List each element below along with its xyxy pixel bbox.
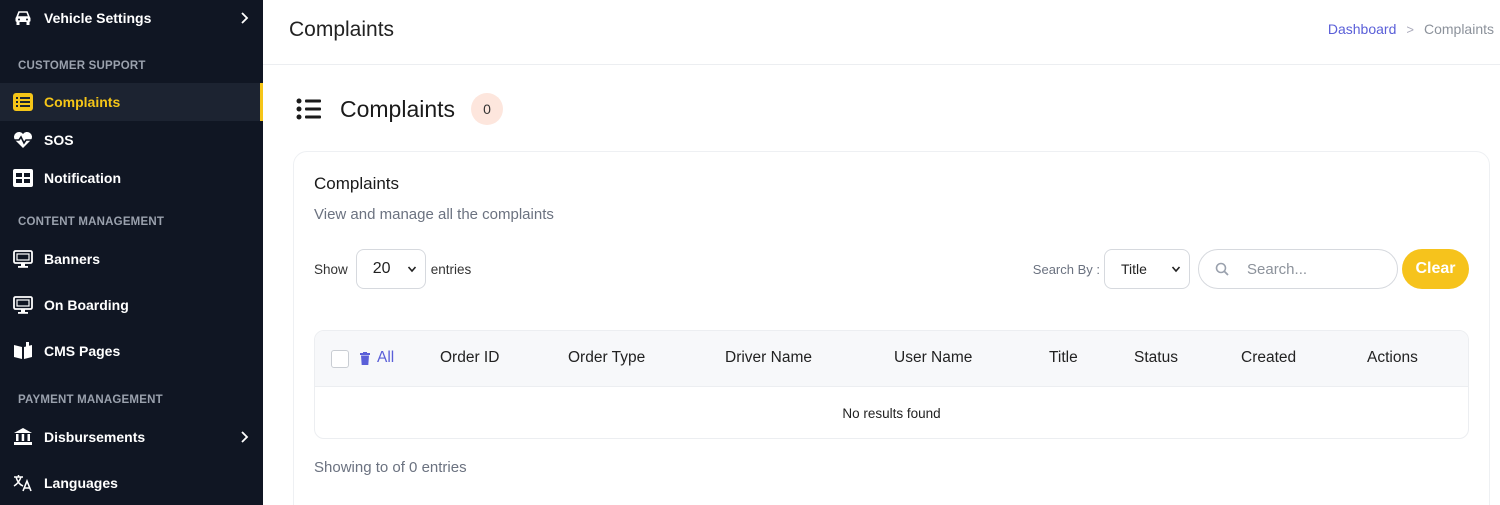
sidebar-item-label: Banners: [44, 251, 101, 267]
entries-select[interactable]: 20: [355, 249, 426, 289]
complaints-table: All Order ID Order Type Driver Name User…: [314, 330, 1469, 439]
search-by-label: Search By :: [1032, 261, 1100, 277]
sidebar-item-complaints[interactable]: Complaints: [0, 83, 263, 121]
column-header-created[interactable]: Created: [1241, 349, 1296, 367]
list-icon: [296, 98, 321, 120]
sidebar-item-label: Vehicle Settings: [44, 10, 152, 26]
section-heading: Complaints 0: [296, 93, 504, 125]
book-icon: [13, 341, 33, 361]
sidebar-item-on-boarding[interactable]: On Boarding: [0, 286, 263, 324]
heart-pulse-icon: [13, 130, 33, 150]
top-header: Complaints Dashboard > Complaints: [263, 0, 1500, 65]
list-box-icon: [13, 92, 33, 112]
pagination-info: Showing to of 0 entries: [314, 459, 467, 476]
section-label-customer-support: CUSTOMER SUPPORT: [18, 60, 146, 72]
chevron-down-icon: [407, 266, 416, 273]
column-header-order-id[interactable]: Order ID: [440, 349, 499, 367]
sidebar-item-languages[interactable]: Languages: [0, 464, 263, 502]
card-subtitle: View and manage all the complaints: [314, 206, 554, 223]
column-header-user-name[interactable]: User Name: [894, 349, 972, 367]
heading-title: Complaints: [340, 95, 456, 122]
complaints-card: Complaints View and manage all the compl…: [293, 151, 1490, 505]
search-box: [1198, 249, 1398, 289]
sidebar-item-label: Disbursements: [44, 429, 146, 445]
sidebar-item-banners[interactable]: Banners: [0, 240, 263, 278]
monitor-icon: [13, 249, 33, 269]
sidebar-item-sos[interactable]: SOS: [0, 121, 263, 159]
search-input[interactable]: [1247, 260, 1377, 278]
sidebar-item-vehicle-settings[interactable]: Vehicle Settings: [0, 0, 263, 36]
entries-value: 20: [372, 260, 391, 277]
section-label-content-management: CONTENT MANAGEMENT: [18, 216, 165, 228]
breadcrumb-current: Complaints: [1423, 21, 1494, 37]
sidebar-item-label: SOS: [44, 132, 74, 148]
column-header-status[interactable]: Status: [1134, 349, 1178, 367]
trash-icon: [360, 351, 370, 365]
sidebar-item-label: Notification: [44, 170, 121, 186]
sidebar-item-cms-pages[interactable]: CMS Pages: [0, 332, 263, 370]
search-by-value: Title: [1121, 261, 1147, 277]
chevron-down-icon: [1171, 266, 1181, 273]
sidebar: Vehicle Settings CUSTOMER SUPPORT Compla…: [0, 0, 263, 505]
bank-icon: [13, 427, 33, 447]
translate-icon: [13, 473, 33, 493]
column-header-actions: Actions: [1367, 349, 1418, 366]
breadcrumb-link-dashboard[interactable]: Dashboard: [1328, 21, 1397, 37]
sidebar-item-label: Languages: [44, 475, 118, 491]
search-by-select[interactable]: Title: [1104, 249, 1190, 289]
sidebar-item-label: Complaints: [44, 94, 121, 110]
card-title: Complaints: [314, 174, 400, 193]
count-badge: 0: [471, 93, 504, 125]
sidebar-item-notification[interactable]: Notification: [0, 159, 263, 197]
select-all-checkbox[interactable]: [331, 350, 349, 368]
show-label: Show: [314, 261, 348, 277]
all-label: All: [377, 349, 395, 366]
search-icon: [1215, 262, 1229, 276]
section-label-payment-management: PAYMENT MANAGEMENT: [18, 394, 163, 406]
page-title: Complaints: [289, 18, 395, 41]
column-header-title[interactable]: Title: [1049, 349, 1078, 367]
grid-box-icon: [13, 168, 33, 188]
sidebar-item-label: On Boarding: [44, 297, 129, 313]
chevron-right-icon: [241, 12, 249, 24]
show-entries-control: Show 20 entries: [314, 249, 471, 289]
column-header-order-type[interactable]: Order Type: [568, 349, 645, 367]
breadcrumb-separator: >: [1406, 21, 1414, 37]
sidebar-item-label: CMS Pages: [44, 343, 121, 359]
breadcrumb: Dashboard > Complaints: [1328, 21, 1494, 37]
clear-button[interactable]: Clear: [1402, 249, 1469, 289]
car-icon: [13, 8, 33, 28]
empty-row: No results found: [842, 406, 941, 421]
monitor-icon: [13, 295, 33, 315]
delete-all-control[interactable]: All: [360, 349, 394, 367]
search-controls: Search By : Title Clear: [1033, 249, 1469, 289]
table-header: All Order ID Order Type Driver Name User…: [315, 331, 1468, 387]
sidebar-item-disbursements[interactable]: Disbursements: [0, 418, 263, 456]
chevron-right-icon: [241, 431, 249, 443]
column-header-driver-name[interactable]: Driver Name: [725, 349, 812, 367]
entries-label: entries: [430, 261, 472, 277]
